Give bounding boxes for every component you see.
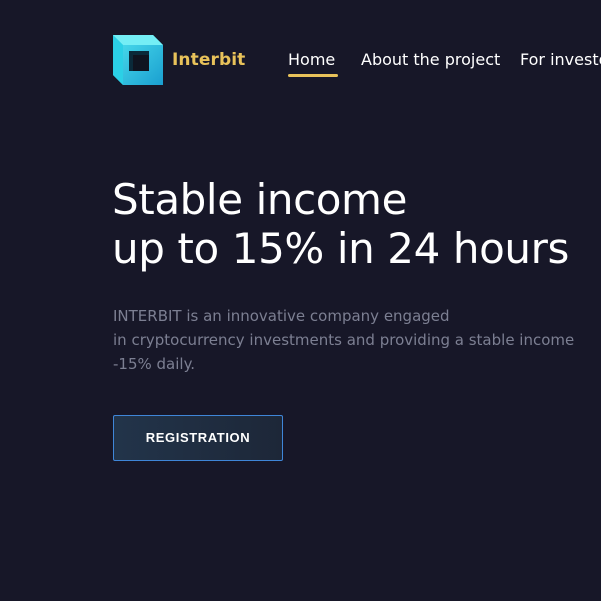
hero-title: Stable income up to 15% in 24 hours: [112, 175, 569, 273]
hero-title-line-1: Stable income: [112, 175, 408, 224]
nav-about-project[interactable]: About the project: [361, 50, 500, 70]
hero-title-line-2: up to 15% in 24 hours: [112, 224, 569, 273]
nav-home[interactable]: Home: [288, 50, 335, 70]
hero-description-line-2: in cryptocurrency investments and provid…: [113, 331, 575, 349]
hero-description-line-1: INTERBIT is an innovative company engage…: [113, 307, 450, 325]
hero-description-line-3: -15% daily.: [113, 355, 196, 373]
registration-button[interactable]: REGISTRATION: [113, 415, 283, 461]
brand-name: Interbit: [172, 50, 246, 70]
active-nav-indicator: [288, 74, 338, 77]
cube-logo-icon: [113, 35, 163, 85]
logo-link[interactable]: Interbit: [113, 35, 245, 85]
nav-for-investors[interactable]: For investors: [520, 50, 601, 70]
hero-description: INTERBIT is an innovative company engage…: [113, 304, 574, 376]
